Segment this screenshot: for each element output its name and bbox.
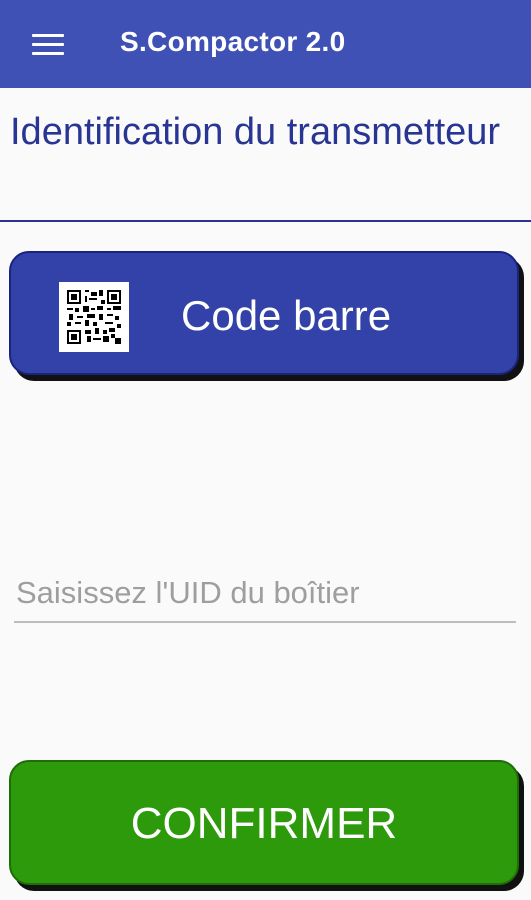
- barcode-button-label: Code barre: [181, 292, 392, 339]
- app-bar: S.Compactor 2.0: [0, 0, 531, 88]
- barcode-scan-button[interactable]: Code barre: [9, 251, 519, 375]
- page-title: Identification du transmetteur: [10, 111, 501, 153]
- app-title: S.Compactor 2.0: [120, 26, 346, 57]
- uid-field: [14, 565, 516, 625]
- hamburger-menu-icon[interactable]: [32, 34, 64, 56]
- uid-input[interactable]: [14, 565, 516, 623]
- confirm-button-label: CONFIRMER: [130, 799, 398, 848]
- title-divider: [0, 220, 531, 222]
- confirm-button[interactable]: CONFIRMER: [9, 760, 519, 885]
- qr-code-icon: [59, 282, 129, 352]
